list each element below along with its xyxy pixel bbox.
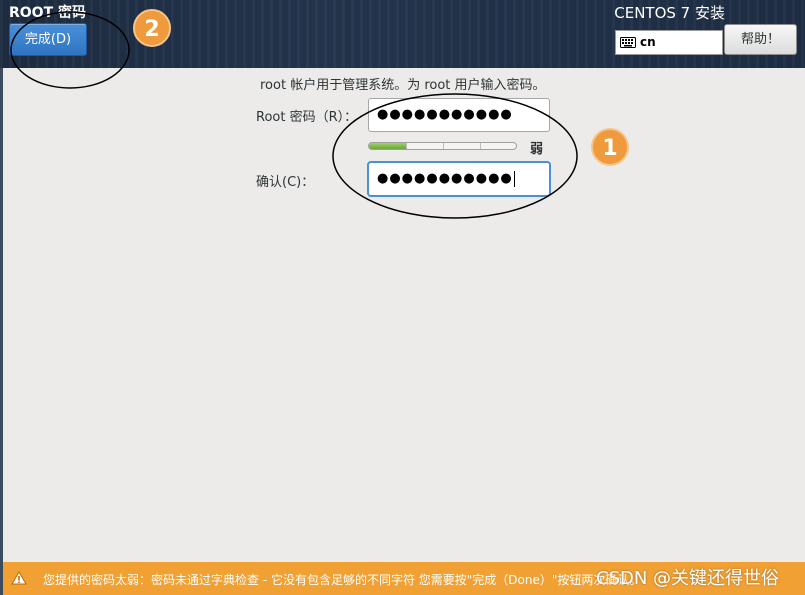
keyboard-layout-indicator[interactable]: cn	[615, 30, 723, 55]
strength-segment-divider	[480, 143, 481, 149]
root-password-value: ●●●●●●●●●●●	[377, 107, 513, 122]
confirm-password-label: 确认(C)：	[256, 175, 315, 190]
page-title: ROOT 密码	[9, 5, 87, 21]
strength-segment-divider	[443, 143, 444, 149]
intro-text: root 帐户用于管理系统。为 root 用户输入密码。	[260, 78, 546, 93]
watermark: CSDN @关键还得世俗	[596, 568, 780, 589]
confirm-password-value: ●●●●●●●●●●●	[377, 171, 513, 186]
window-left-edge	[0, 68, 3, 595]
confirm-password-input[interactable]: ●●●●●●●●●●●	[368, 162, 550, 196]
header-bar: ROOT 密码 完成(D) CENTOS 7 安装 cn 帮助！	[0, 0, 805, 68]
strength-segment-divider	[406, 143, 407, 149]
keyboard-icon	[620, 37, 636, 48]
password-strength-bar	[368, 142, 517, 150]
password-strength-label: 弱	[530, 142, 544, 157]
password-strength-fill	[369, 143, 406, 149]
product-title: CENTOS 7 安装	[614, 4, 725, 22]
annotation-badge-1: 1	[591, 128, 629, 166]
warning-triangle-icon	[11, 571, 27, 585]
help-button[interactable]: 帮助！	[724, 24, 797, 55]
warning-message: 您提供的密码太弱：密码未通过字典检查 - 它没有包含足够的不同字符 您需要按"完…	[43, 573, 642, 587]
root-password-label: Root 密码（R）：	[256, 110, 358, 125]
done-button[interactable]: 完成(D)	[9, 23, 87, 56]
keyboard-layout-label: cn	[640, 35, 656, 49]
annotation-badge-2: 2	[133, 9, 171, 47]
text-caret	[513, 170, 515, 187]
root-password-input[interactable]: ●●●●●●●●●●●	[368, 98, 550, 132]
